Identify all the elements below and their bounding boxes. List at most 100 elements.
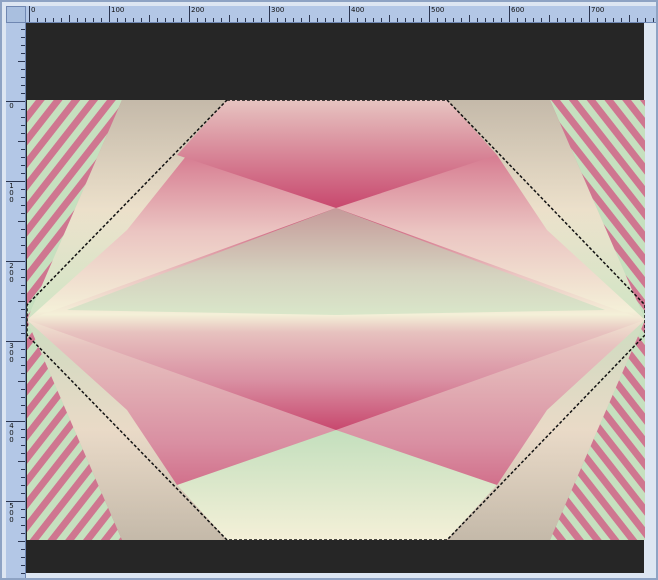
ruler-tick xyxy=(261,18,262,22)
ruler-tick xyxy=(357,18,358,22)
ruler-tick xyxy=(29,6,30,22)
ruler-tick xyxy=(477,18,478,22)
ruler-tick xyxy=(533,18,534,22)
ruler-tick xyxy=(269,6,270,22)
ruler-tick xyxy=(21,229,25,230)
ruler-tick xyxy=(21,85,25,86)
ruler-tick xyxy=(157,18,158,22)
ruler-tick xyxy=(309,15,310,22)
ruler-tick xyxy=(21,349,25,350)
vertical-ruler[interactable]: 0 100 200 300 400 500 xyxy=(6,23,26,578)
ruler-tick xyxy=(21,333,25,334)
ruler-tick xyxy=(389,15,390,22)
artwork-canvas[interactable] xyxy=(27,100,645,540)
ruler-label: 100 xyxy=(111,6,125,14)
ruler-tick xyxy=(21,565,25,566)
ruler-tick xyxy=(21,573,25,574)
ruler-tick xyxy=(21,269,25,270)
ruler-tick xyxy=(589,6,590,22)
ruler-tick xyxy=(117,18,118,22)
ruler-tick xyxy=(21,397,25,398)
ruler-tick xyxy=(21,37,25,38)
ruler-tick xyxy=(365,18,366,22)
ruler-tick xyxy=(21,93,25,94)
ruler-tick xyxy=(18,61,25,62)
ruler-label: 200 xyxy=(191,6,205,14)
ruler-tick xyxy=(397,18,398,22)
ruler-tick xyxy=(229,15,230,22)
ruler-tick xyxy=(557,18,558,22)
ruler-tick xyxy=(197,18,198,22)
horizontal-scrollbar-track[interactable] xyxy=(26,573,644,578)
ruler-tick xyxy=(21,509,25,510)
ruler-tick xyxy=(21,469,25,470)
ruler-tick xyxy=(18,301,25,302)
ruler-tick xyxy=(21,53,25,54)
ruler-tick xyxy=(469,15,470,22)
ruler-tick xyxy=(21,493,25,494)
ruler-tick xyxy=(85,18,86,22)
ruler-tick xyxy=(293,18,294,22)
ruler-tick xyxy=(53,18,54,22)
ruler-corner[interactable] xyxy=(6,6,26,23)
ruler-tick xyxy=(69,15,70,22)
ruler-tick xyxy=(549,15,550,22)
ruler-tick xyxy=(21,29,25,30)
ruler-tick xyxy=(517,18,518,22)
ruler-tick xyxy=(18,461,25,462)
vertical-scrollbar-track[interactable] xyxy=(644,23,656,573)
ruler-tick xyxy=(453,18,454,22)
ruler-tick xyxy=(221,18,222,22)
ruler-tick xyxy=(317,18,318,22)
horizontal-ruler[interactable]: 0 100 200 300 400 500 600 700 xyxy=(26,6,656,23)
ruler-tick xyxy=(21,69,25,70)
ruler-tick xyxy=(605,18,606,22)
ruler-tick xyxy=(565,18,566,22)
ruler-tick xyxy=(653,18,654,22)
ruler-tick xyxy=(77,18,78,22)
ruler-tick xyxy=(21,197,25,198)
ruler-label: 400 xyxy=(351,6,365,14)
ruler-tick xyxy=(21,357,25,358)
ruler-tick xyxy=(173,18,174,22)
ruler-label: 300 xyxy=(271,6,285,14)
ruler-tick xyxy=(21,253,25,254)
ruler-tick xyxy=(21,485,25,486)
ruler-tick xyxy=(237,18,238,22)
ruler-tick xyxy=(21,293,25,294)
ruler-tick xyxy=(18,221,25,222)
ruler-tick xyxy=(21,205,25,206)
ruler-label: 600 xyxy=(511,6,525,14)
ruler-tick xyxy=(21,133,25,134)
ruler-tick xyxy=(253,18,254,22)
ruler-tick xyxy=(421,18,422,22)
ruler-tick xyxy=(461,18,462,22)
ruler-tick xyxy=(21,365,25,366)
ruler-tick xyxy=(437,18,438,22)
ruler-tick xyxy=(21,557,25,558)
ruler-tick xyxy=(277,18,278,22)
ruler-tick xyxy=(21,549,25,550)
ruler-tick xyxy=(285,18,286,22)
ruler-tick xyxy=(645,18,646,22)
ruler-tick xyxy=(21,517,25,518)
ruler-tick xyxy=(21,237,25,238)
ruler-label: 0 xyxy=(9,102,14,110)
ruler-tick xyxy=(18,141,25,142)
ruler-tick xyxy=(21,77,25,78)
ruler-tick xyxy=(18,381,25,382)
ruler-tick xyxy=(613,18,614,22)
ruler-tick xyxy=(165,18,166,22)
ruler-tick xyxy=(541,18,542,22)
ruler-tick xyxy=(573,18,574,22)
ruler-tick xyxy=(21,317,25,318)
ruler-tick xyxy=(637,18,638,22)
ruler-tick xyxy=(21,533,25,534)
ruler-tick xyxy=(21,213,25,214)
ruler-tick xyxy=(581,18,582,22)
ruler-tick xyxy=(21,437,25,438)
ruler-tick xyxy=(93,18,94,22)
ruler-tick xyxy=(18,541,25,542)
ruler-tick xyxy=(301,18,302,22)
ruler-tick xyxy=(413,18,414,22)
